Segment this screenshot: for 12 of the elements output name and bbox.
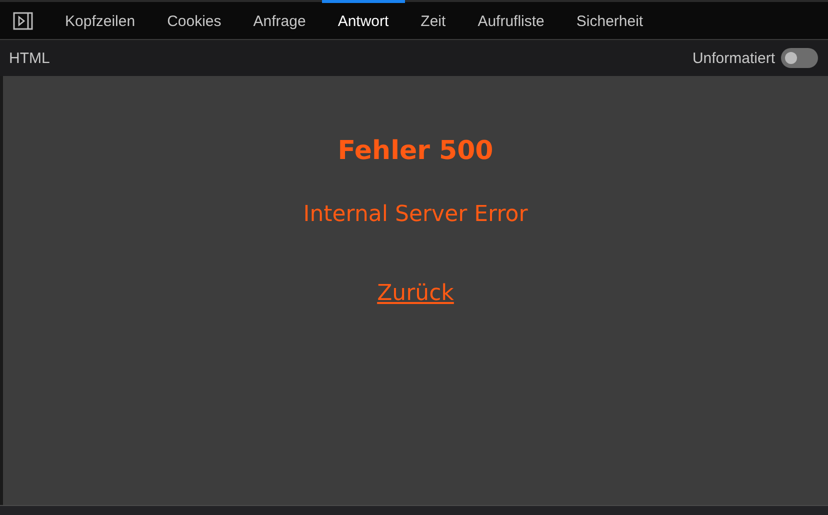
toggle-switch[interactable] bbox=[781, 48, 818, 68]
tab[interactable]: Anfrage bbox=[237, 0, 322, 39]
tab[interactable]: Sicherheit bbox=[560, 0, 660, 39]
error-message: Internal Server Error bbox=[303, 202, 528, 227]
tab[interactable]: Aufrufliste bbox=[462, 0, 560, 39]
tab[interactable]: Kopfzeilen bbox=[49, 0, 152, 39]
format-label: HTML bbox=[9, 50, 51, 66]
panel-toggle-icon[interactable] bbox=[13, 12, 33, 30]
tab[interactable]: Cookies bbox=[151, 0, 238, 39]
tab[interactable]: Zeit bbox=[404, 0, 462, 39]
error-heading: Fehler 500 bbox=[338, 136, 494, 166]
toggle-label: Unformatiert bbox=[692, 50, 775, 66]
